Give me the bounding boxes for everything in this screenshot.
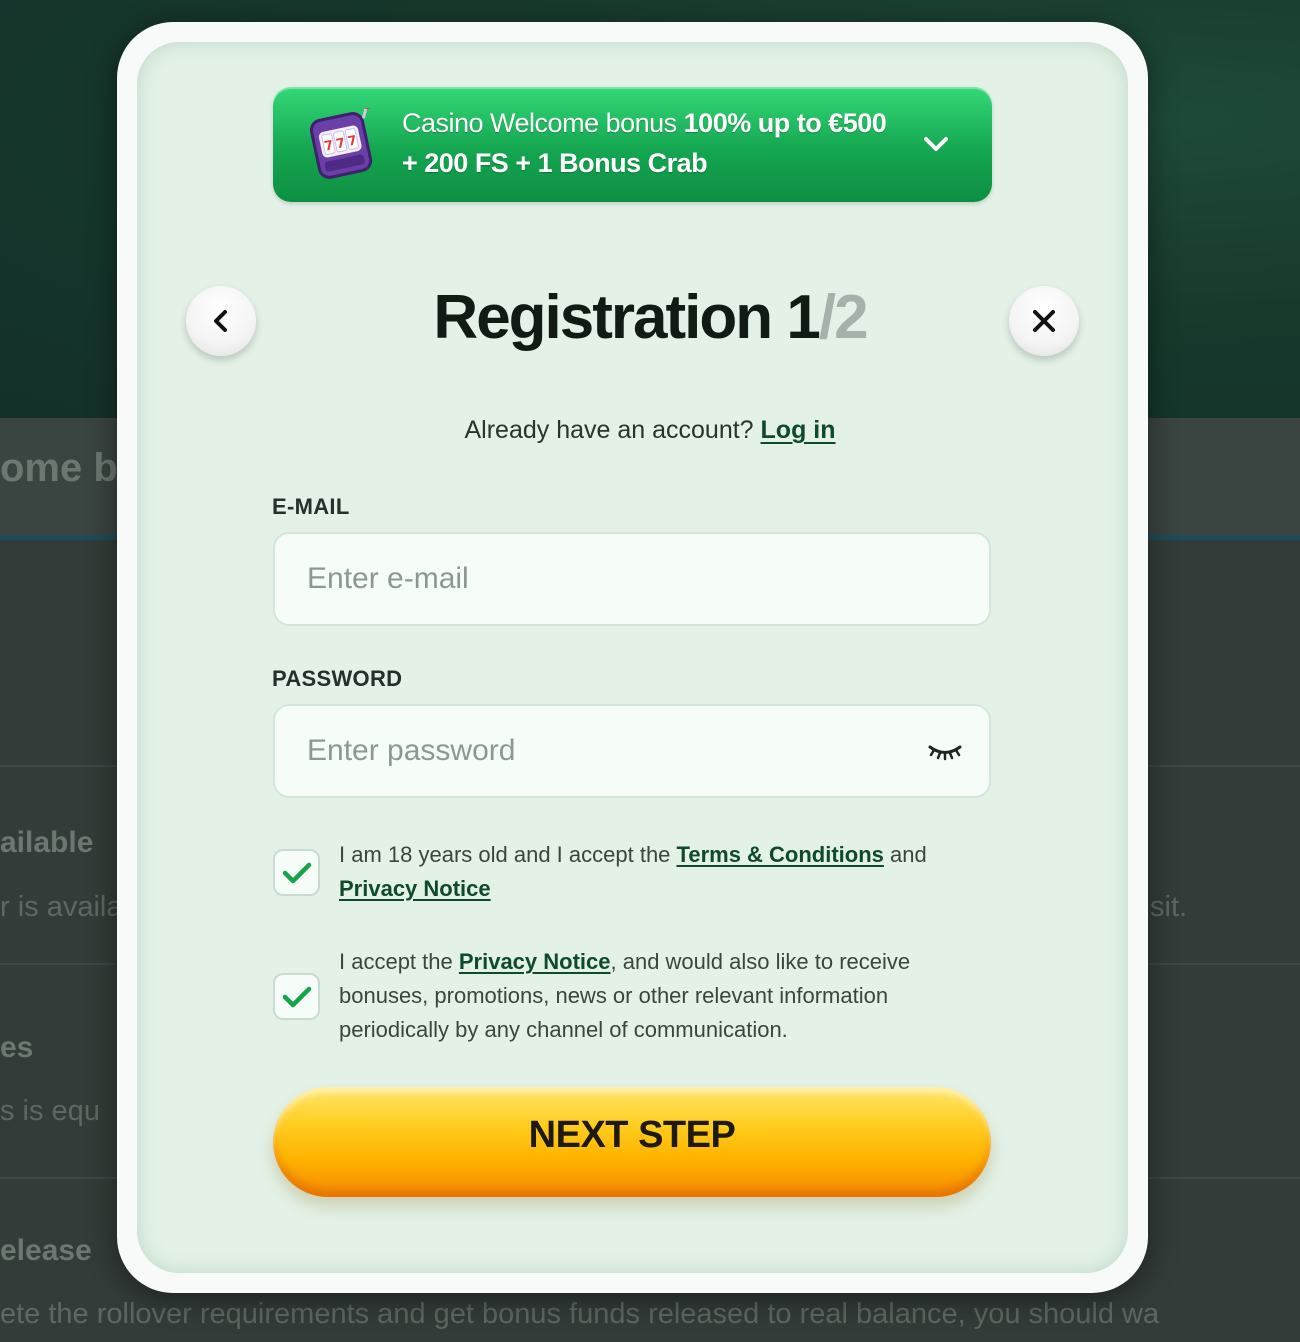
email-label: E-MAIL — [272, 494, 350, 519]
login-prompt: Already have an account? Log in — [0, 416, 1300, 445]
background-heading: elease — [0, 1234, 92, 1267]
login-prompt-text: Already have an account? — [464, 416, 754, 444]
terms-conditions-link[interactable]: Terms & Conditions — [677, 842, 884, 867]
step-total: 2 — [834, 283, 869, 352]
background-text: r is availa — [0, 891, 123, 923]
eye-closed-icon[interactable] — [927, 742, 963, 762]
marketing-privacy-notice-link[interactable]: Privacy Notice — [459, 949, 611, 974]
email-field-container — [273, 532, 991, 626]
next-step-button[interactable]: NEXT STEP — [273, 1087, 991, 1197]
login-link[interactable]: Log in — [761, 416, 836, 444]
password-label: PASSWORD — [272, 666, 403, 691]
marketing-prefix: I accept the — [339, 949, 459, 974]
step-current: 1 — [786, 283, 821, 352]
slot-machine-icon: 7 7 7 — [309, 108, 373, 179]
background-text: ete the rollover requirements and get bo… — [0, 1298, 1160, 1330]
privacy-notice-link[interactable]: Privacy Notice — [339, 876, 491, 901]
marketing-consent-text: I accept the Privacy Notice, and would a… — [339, 945, 979, 1047]
checkmark-icon — [282, 862, 311, 883]
terms-consent-text: I am 18 years old and I accept the Terms… — [339, 838, 979, 906]
marketing-checkbox[interactable] — [273, 973, 320, 1020]
title-text: Registration — [433, 283, 773, 352]
welcome-bonus-text-regular: Casino Welcome bonus — [402, 108, 684, 138]
password-input[interactable] — [307, 706, 907, 796]
background-text: s is equ — [0, 1095, 100, 1127]
step-separator: / — [818, 283, 836, 352]
chevron-down-icon[interactable] — [920, 128, 952, 160]
terms-checkbox[interactable] — [273, 849, 320, 896]
checkmark-icon — [282, 986, 311, 1007]
background-heading: es — [0, 1031, 34, 1064]
email-input[interactable] — [307, 534, 907, 624]
page-title: Registration 1/2 — [0, 282, 1300, 353]
terms-prefix: I am 18 years old and I accept the — [339, 842, 677, 867]
welcome-bonus-text: Casino Welcome bonus 100% up to €500 + 2… — [402, 103, 902, 183]
background-text: sit. — [1150, 891, 1188, 923]
background-heading: ailable — [0, 826, 94, 859]
password-field-container — [273, 704, 991, 798]
terms-middle: and — [883, 842, 927, 867]
